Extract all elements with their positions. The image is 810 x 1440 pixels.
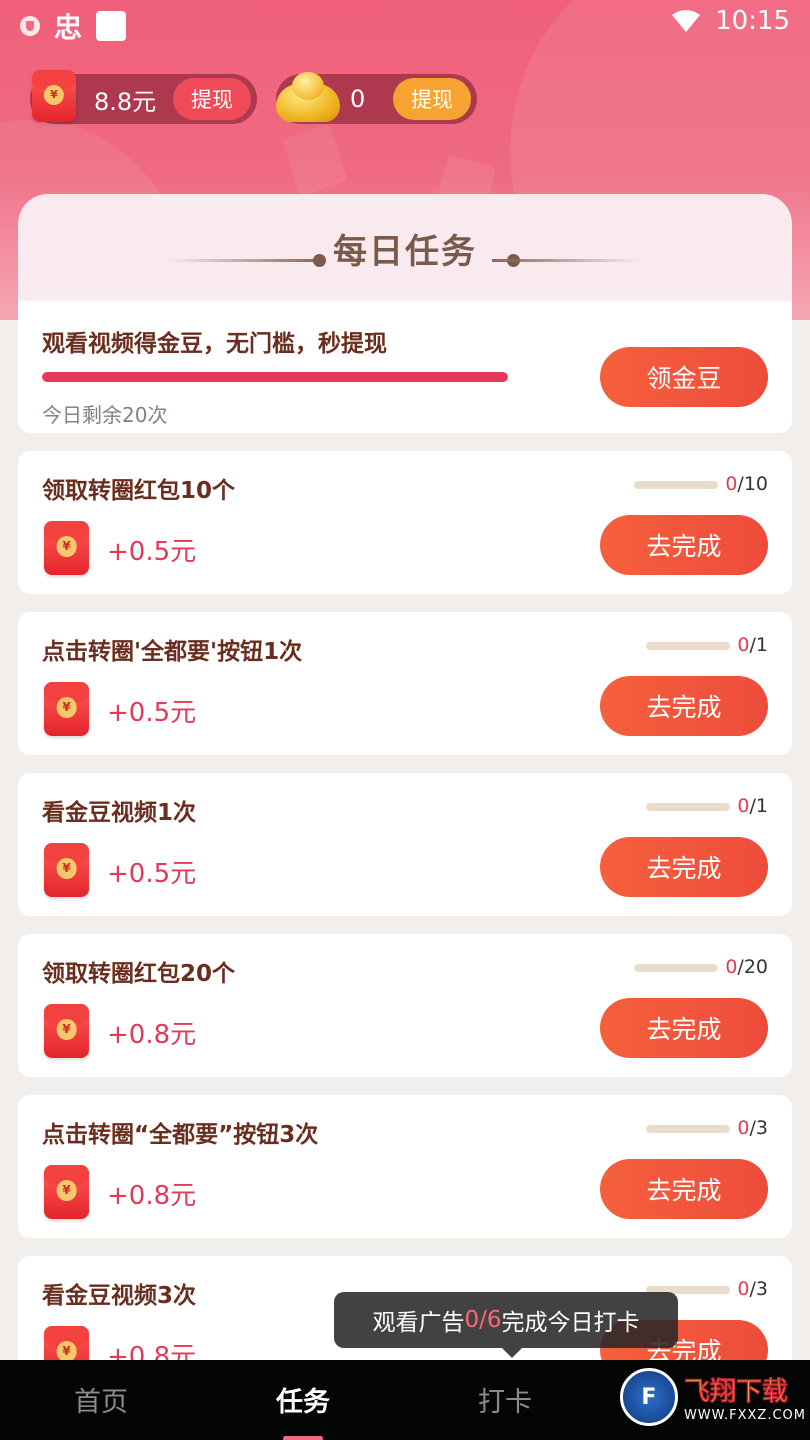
task-reward: +0.5元 <box>107 537 197 567</box>
wifi-icon <box>672 10 701 32</box>
task-card: 领取转圈红包20个 0/20 ¥ +0.8元 去完成 <box>18 934 792 1077</box>
task-progress-count: 0/20 <box>725 956 768 978</box>
divider <box>492 259 642 262</box>
daily-tasks-header: 每日任务 <box>18 194 792 302</box>
task-title: 看金豆视频1次 <box>42 800 197 826</box>
section-title: 每日任务 <box>333 232 477 272</box>
get-beans-button[interactable]: 领金豆 <box>600 347 768 407</box>
task-progress-bar <box>634 481 718 489</box>
task-progress-bar <box>634 964 718 972</box>
bean-wallet: 0 提现 <box>276 72 477 124</box>
task-card: 领取转圈红包10个 0/10 ¥ +0.5元 去完成 <box>18 451 792 594</box>
task-progress-bar <box>646 1125 730 1133</box>
task-title: 领取转圈红包20个 <box>42 961 236 987</box>
go-complete-button[interactable]: 去完成 <box>600 676 768 736</box>
task-title: 点击转圈“全都要”按钮3次 <box>42 1122 319 1148</box>
nav-checkin[interactable]: 打卡 <box>455 1380 555 1419</box>
red-envelope-icon: ¥ <box>32 70 76 122</box>
cash-wallet: ¥ 8.8元 提现 <box>30 70 257 124</box>
red-envelope-icon: ¥ <box>44 1165 89 1219</box>
red-envelope-icon: ¥ <box>44 843 89 897</box>
video-task-card: 观看视频得金豆，无门槛，秒提现 今日剩余20次 领金豆 <box>18 302 792 433</box>
cash-amount: 8.8元 <box>94 87 157 116</box>
task-progress-count: 0/3 <box>737 1278 768 1300</box>
task-progress-count: 0/10 <box>725 473 768 495</box>
task-title: 看金豆视频3次 <box>42 1283 197 1309</box>
nav-tasks[interactable]: 任务 <box>253 1380 353 1440</box>
red-envelope-icon: ¥ <box>44 682 89 736</box>
red-envelope-icon: ¥ <box>44 521 89 575</box>
task-progress-bar <box>646 803 730 811</box>
task-card: 点击转圈“全都要”按钮3次 0/3 ¥ +0.8元 去完成 <box>18 1095 792 1238</box>
bottom-nav: 首页 任务 打卡 F 飞翔下载 WWW.FXXZ.COM <box>0 1360 810 1440</box>
go-complete-button[interactable]: 去完成 <box>600 1159 768 1219</box>
watermark-logo-icon: F <box>619 1368 678 1426</box>
gold-ingot-icon <box>276 70 340 126</box>
task-progress-count: 0/1 <box>737 795 768 817</box>
go-complete-button[interactable]: 去完成 <box>600 515 768 575</box>
nav-home[interactable]: 首页 <box>51 1380 151 1419</box>
app-notification-icon: 忠 <box>54 11 83 44</box>
task-progress-count: 0/3 <box>737 1117 768 1139</box>
video-task-title: 观看视频得金豆，无门槛，秒提现 <box>42 331 387 357</box>
status-bar: 忠 10:15 <box>0 0 810 44</box>
go-complete-button[interactable]: 去完成 <box>600 837 768 897</box>
task-reward: +0.8元 <box>107 1181 197 1211</box>
bean-withdraw-button[interactable]: 提现 <box>393 78 471 120</box>
task-title: 点击转圈'全都要'按钮1次 <box>42 639 303 665</box>
task-card: 点击转圈'全都要'按钮1次 0/1 ¥ +0.5元 去完成 <box>18 612 792 755</box>
notification-square-icon <box>96 11 127 41</box>
decor-envelope <box>281 123 349 197</box>
shield-icon <box>20 16 40 36</box>
video-task-progress <box>42 372 508 382</box>
task-card: 看金豆视频1次 0/1 ¥ +0.5元 去完成 <box>18 773 792 916</box>
task-progress-bar <box>646 642 730 650</box>
site-watermark: F 飞翔下载 WWW.FXXZ.COM <box>619 1368 806 1426</box>
toast-message: 观看广告 0/6 完成今日打卡 <box>334 1292 678 1358</box>
task-reward: +0.5元 <box>107 698 197 728</box>
clock: 10:15 <box>715 6 790 36</box>
task-title: 领取转圈红包10个 <box>42 478 236 504</box>
task-progress-count: 0/1 <box>737 634 768 656</box>
task-reward: +0.5元 <box>107 859 197 889</box>
cash-withdraw-button[interactable]: 提现 <box>173 78 251 120</box>
remaining-count: 今日剩余20次 <box>42 403 168 427</box>
go-complete-button[interactable]: 去完成 <box>600 998 768 1058</box>
bean-amount: 0 <box>350 85 366 113</box>
task-reward: +0.8元 <box>107 1020 197 1050</box>
red-envelope-icon: ¥ <box>44 1004 89 1058</box>
